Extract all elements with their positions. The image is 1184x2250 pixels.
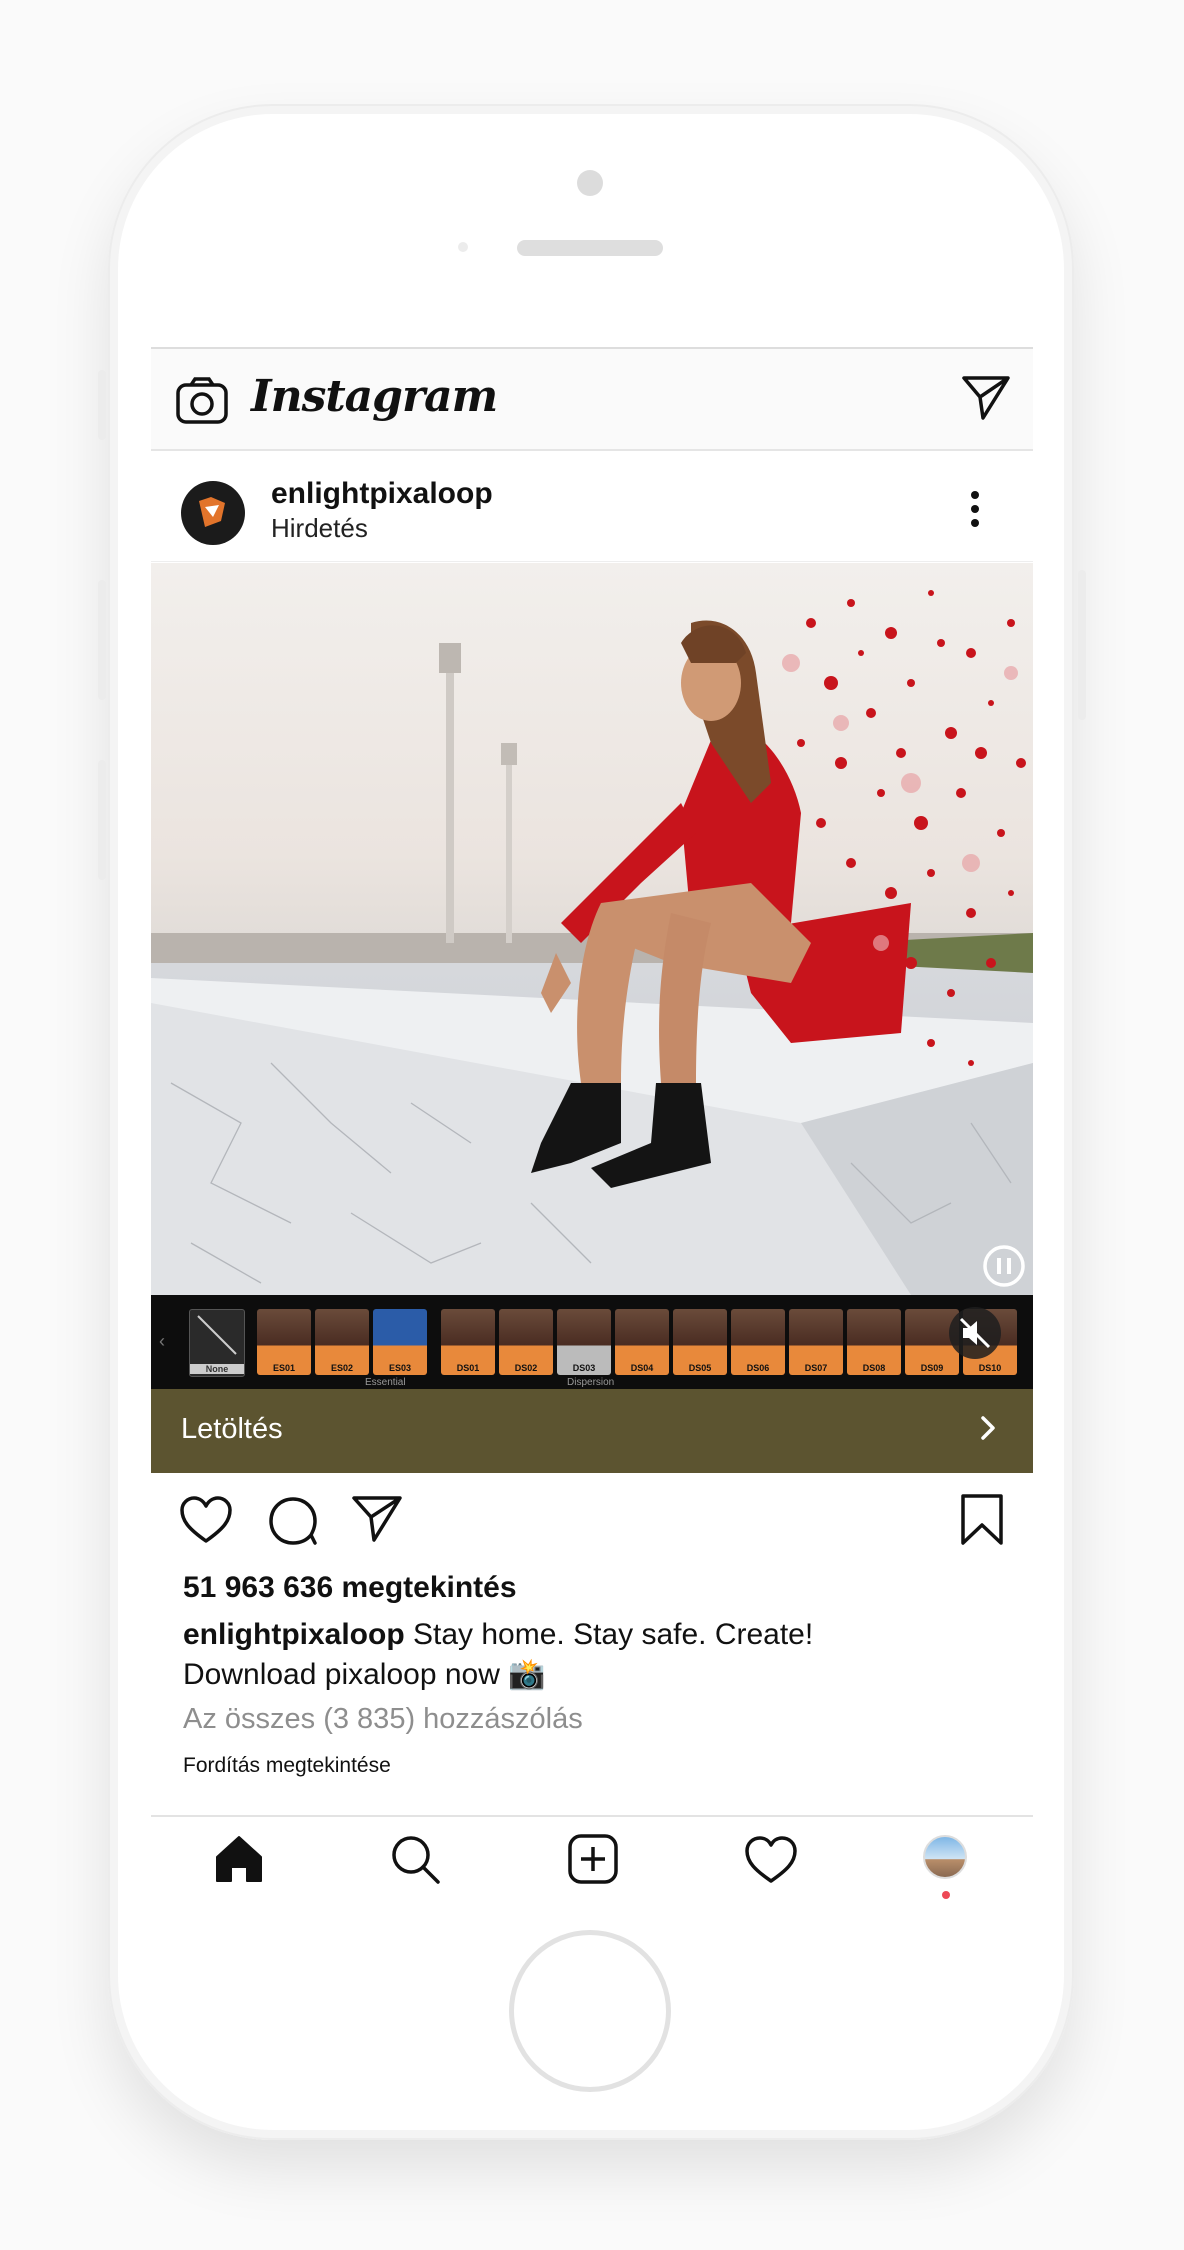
mute-switch: [98, 370, 106, 440]
share-icon[interactable]: [351, 1495, 403, 1543]
sponsored-label: Hirdetés: [271, 513, 368, 543]
top-bar: Instagram: [151, 349, 1033, 451]
post-actions: [151, 1473, 1033, 1573]
bottom-tab-bar: [151, 1815, 1033, 1899]
caption-username[interactable]: enlightpixaloop: [183, 1618, 405, 1651]
post-image[interactable]: [151, 563, 1033, 1295]
bookmark-icon[interactable]: [959, 1493, 1005, 1547]
photo-scene: [151, 590, 1033, 1295]
caption-text-line2: Download pixaloop now 📸: [183, 1658, 546, 1691]
comment-icon[interactable]: [267, 1495, 319, 1547]
camera-icon[interactable]: [175, 377, 229, 425]
filter-thumb: DS06: [731, 1309, 785, 1375]
profile-icon[interactable]: [923, 1835, 967, 1879]
post-caption: enlightpixaloop Stay home. Stay safe. Cr…: [183, 1615, 1003, 1695]
filter-thumb: ES03: [373, 1309, 427, 1375]
power-button: [1078, 570, 1086, 720]
direct-message-icon[interactable]: [961, 375, 1011, 421]
filter-thumb: DS04: [615, 1309, 669, 1375]
view-count[interactable]: 51 963 636 megtekintés: [183, 1571, 517, 1605]
filter-thumb: ES02: [315, 1309, 369, 1375]
earpiece-speaker: [517, 240, 663, 256]
filter-thumb: DS01: [441, 1309, 495, 1375]
home-icon[interactable]: [211, 1831, 267, 1887]
chevron-right-icon: [981, 1416, 995, 1440]
volume-up-button: [98, 580, 106, 700]
new-post-icon[interactable]: [565, 1831, 621, 1887]
group-label: Essential: [365, 1377, 406, 1388]
fox-logo-icon: [199, 497, 225, 527]
cta-label: Letöltés: [181, 1413, 283, 1445]
mute-icon[interactable]: [947, 1305, 1003, 1361]
download-cta-bar[interactable]: Letöltés: [151, 1389, 1033, 1473]
filter-thumb: DS05: [673, 1309, 727, 1375]
front-camera: [577, 170, 603, 196]
strip-left-arrow-icon: ‹: [159, 1331, 165, 1351]
home-button[interactable]: [509, 1930, 671, 2092]
activity-icon[interactable]: [743, 1831, 799, 1887]
pause-icon[interactable]: [981, 1243, 1027, 1289]
filter-thumb: DS02: [499, 1309, 553, 1375]
more-options-icon[interactable]: [971, 491, 981, 533]
like-icon[interactable]: [179, 1495, 233, 1545]
volume-down-button: [98, 760, 106, 880]
app-logo: Instagram: [251, 371, 498, 422]
filter-thumb: None: [189, 1309, 245, 1377]
caption-text-line1: Stay home. Stay safe. Create!: [404, 1618, 814, 1651]
filter-thumb: ES01: [257, 1309, 311, 1375]
see-translation-link[interactable]: Fordítás megtekintése: [183, 1754, 391, 1778]
avatar[interactable]: [181, 481, 245, 545]
filter-thumb: DS08: [847, 1309, 901, 1375]
instagram-screen: Instagram enlightpixaloop Hirdetés ‹ Non…: [151, 347, 1033, 1899]
filter-filmstrip: ‹ None ES01 ES02 ES03 DS01 DS02 DS03 DS0…: [151, 1295, 1033, 1389]
search-icon[interactable]: [387, 1831, 443, 1887]
filter-thumb: DS03: [557, 1309, 611, 1375]
notification-dot: [942, 1891, 950, 1899]
post-username[interactable]: enlightpixaloop: [271, 477, 493, 511]
proximity-sensor: [458, 242, 468, 252]
post-header: enlightpixaloop Hirdetés: [151, 451, 1033, 562]
filter-thumb: DS07: [789, 1309, 843, 1375]
view-all-comments-link[interactable]: Az összes (3 835) hozzászólás: [183, 1703, 583, 1736]
group-label: Dispersion: [567, 1377, 615, 1388]
